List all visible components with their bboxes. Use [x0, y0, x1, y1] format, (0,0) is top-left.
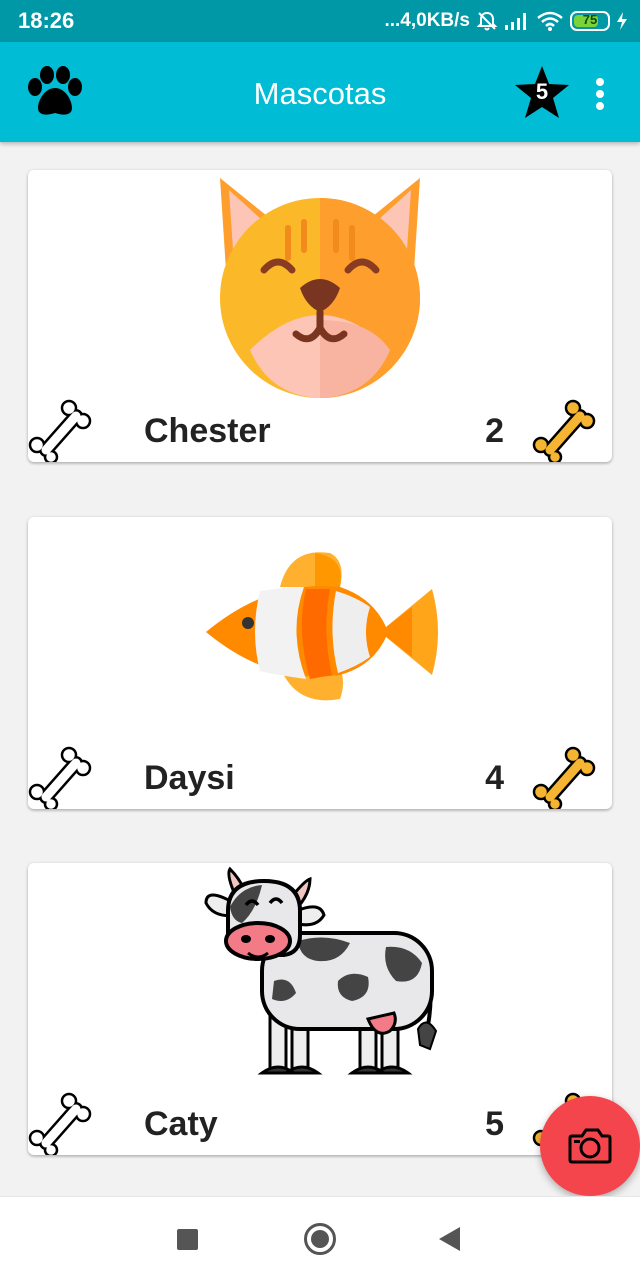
bone-icon[interactable]	[28, 1091, 92, 1155]
recent-apps-icon[interactable]	[177, 1229, 198, 1250]
bone-liked-icon[interactable]	[532, 745, 596, 809]
camera-icon	[568, 1128, 612, 1164]
pet-card[interactable]: Chester 2	[28, 170, 612, 462]
camera-fab-button[interactable]	[540, 1096, 640, 1196]
home-icon[interactable]	[304, 1223, 336, 1255]
charging-icon	[617, 12, 627, 30]
battery-level: 75	[582, 12, 598, 27]
status-time: 18:26	[18, 8, 75, 33]
pet-name: Caty	[144, 1105, 218, 1143]
pet-like-count: 2	[485, 412, 504, 450]
pet-card[interactable]: Daysi 4	[28, 517, 612, 809]
clownfish-image	[206, 552, 438, 701]
pet-name: Chester	[144, 412, 271, 450]
app-bar: Mascotas 5	[0, 42, 640, 142]
pet-like-count: 5	[485, 1105, 504, 1143]
status-bar: 18:26 ...4,0KB/s 75	[0, 0, 640, 42]
rating-value: 5	[535, 79, 549, 104]
bone-icon[interactable]	[28, 745, 92, 809]
network-speed: ...4,0KB/s	[384, 10, 470, 31]
bone-liked-icon[interactable]	[532, 398, 596, 462]
pet-name: Daysi	[144, 759, 235, 797]
battery-indicator: 75	[570, 11, 610, 31]
back-icon[interactable]	[439, 1227, 460, 1251]
signal-icon	[505, 13, 526, 30]
bell-off-icon	[476, 11, 498, 31]
status-icons: ...4,0KB/s 75	[384, 6, 628, 36]
more-vert-icon[interactable]	[586, 76, 614, 112]
cow-image	[204, 866, 438, 1075]
wifi-icon	[537, 11, 563, 31]
system-nav-bar	[0, 1196, 640, 1280]
pet-like-count: 4	[485, 759, 504, 797]
bone-icon[interactable]	[28, 398, 92, 462]
pet-card[interactable]: Caty 5	[28, 863, 612, 1155]
cat-face-image	[220, 178, 420, 398]
